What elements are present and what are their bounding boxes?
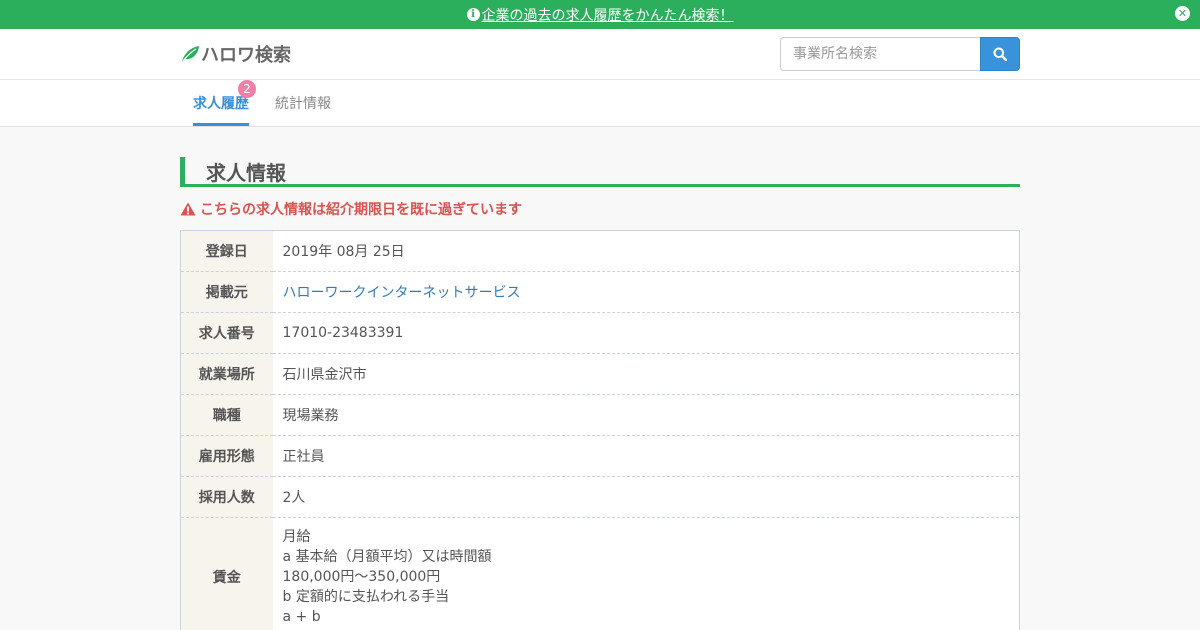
tab-list: 求人履歴 2 統計情報 xyxy=(180,80,1020,126)
warning-icon xyxy=(180,202,196,216)
row-label: 雇用形態 xyxy=(180,435,273,477)
expired-warning: こちらの求人情報は紹介期限日を既に過ぎています xyxy=(180,199,1020,219)
tabs-bar: 求人履歴 2 統計情報 xyxy=(0,80,1200,127)
row-value: 17010-23483391 xyxy=(272,312,1020,354)
brand-logo[interactable]: ハロワ検索 xyxy=(180,41,291,67)
wage-line: a 基本給（月額平均）又は時間額 xyxy=(282,549,492,565)
row-label: 賃金 xyxy=(180,517,273,630)
table-row: 採用人数 2人 xyxy=(180,476,1020,518)
brand-name: ハロワ検索 xyxy=(201,45,291,66)
header: ハロワ検索 xyxy=(0,29,1200,80)
section-title: 求人情報 xyxy=(180,157,1020,187)
count-badge: 2 xyxy=(238,80,256,98)
table-row-wage: 賃金 月給 a 基本給（月額平均）又は時間額 180,000円～350,000円… xyxy=(180,517,1020,630)
wage-line: b 定額的に支払われる手当 xyxy=(282,589,450,605)
tab-label: 統計情報 xyxy=(275,96,331,112)
wage-line: a + b xyxy=(282,609,321,625)
row-value: 現場業務 xyxy=(272,394,1020,436)
announcement-link[interactable]: 企業の過去の求人履歴をかんたん検索！ xyxy=(482,5,734,25)
row-label: 職種 xyxy=(180,394,273,436)
source-link[interactable]: ハローワークインターネットサービス xyxy=(283,285,521,301)
row-label: 就業場所 xyxy=(180,353,273,395)
search-input[interactable] xyxy=(780,37,980,71)
row-label: 掲載元 xyxy=(180,271,273,313)
table-row: 掲載元 ハローワークインターネットサービス xyxy=(180,271,1020,313)
warning-text: こちらの求人情報は紹介期限日を既に過ぎています xyxy=(200,202,522,218)
row-label: 登録日 xyxy=(180,230,273,272)
row-label: 採用人数 xyxy=(180,476,273,518)
row-value: 正社員 xyxy=(272,435,1020,477)
row-value: 2人 xyxy=(272,476,1020,518)
row-value: 2019年 08月 25日 xyxy=(272,230,1020,272)
table-row: 登録日 2019年 08月 25日 xyxy=(180,230,1020,272)
row-value: 石川県金沢市 xyxy=(272,353,1020,395)
wage-line: 月給 xyxy=(282,529,311,545)
info-circle-icon: i xyxy=(466,8,480,21)
table-row: 雇用形態 正社員 xyxy=(180,435,1020,477)
table-row: 就業場所 石川県金沢市 xyxy=(180,353,1020,395)
tab-statistics[interactable]: 統計情報 xyxy=(275,80,331,126)
wage-line: 180,000円～350,000円 xyxy=(282,569,441,585)
close-icon[interactable]: ✕ xyxy=(1175,6,1190,21)
leaf-icon xyxy=(182,46,199,62)
main-content: 求人情報 こちらの求人情報は紹介期限日を既に過ぎています 登録日 2019年 0… xyxy=(180,157,1020,630)
announcement-bar: i 企業の過去の求人履歴をかんたん検索！ ✕ xyxy=(0,0,1200,29)
table-row: 求人番号 17010-23483391 xyxy=(180,312,1020,354)
search-form xyxy=(780,37,1020,71)
tab-job-history[interactable]: 求人履歴 2 xyxy=(193,80,256,126)
job-details-table: 登録日 2019年 08月 25日 掲載元 ハローワークインターネットサービス … xyxy=(180,230,1020,630)
row-label: 求人番号 xyxy=(180,312,273,354)
row-value: ハローワークインターネットサービス xyxy=(272,271,1020,313)
search-icon xyxy=(993,47,1007,61)
table-row: 職種 現場業務 xyxy=(180,394,1020,436)
wage-value: 月給 a 基本給（月額平均）又は時間額 180,000円～350,000円 b … xyxy=(272,517,1020,630)
search-button[interactable] xyxy=(980,37,1020,71)
